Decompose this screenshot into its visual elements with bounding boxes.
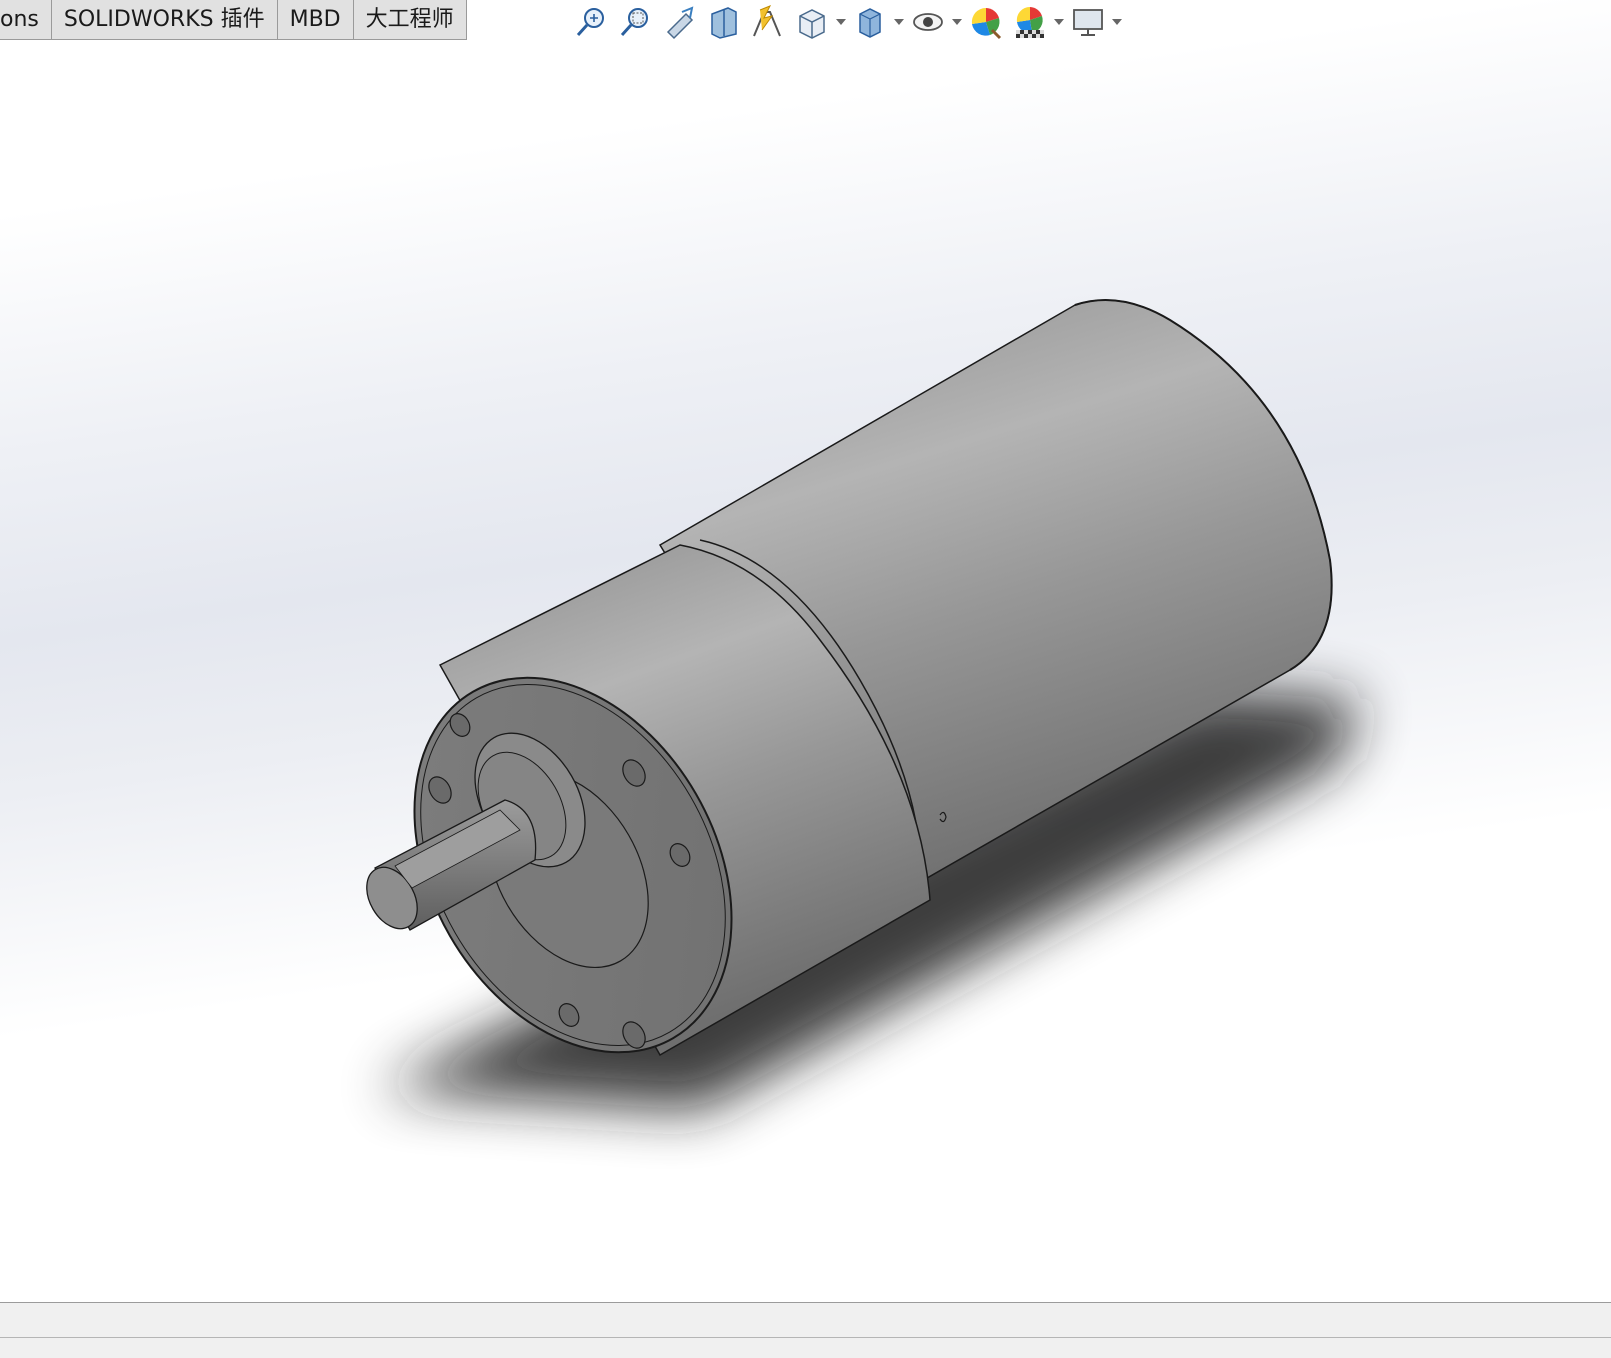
dynamic-annotation-view-icon [753, 5, 781, 37]
section-view-button[interactable] [702, 2, 746, 42]
chevron-down-icon [836, 19, 846, 25]
chevron-down-icon [1054, 19, 1064, 25]
status-bar [0, 1337, 1611, 1358]
chevron-down-icon [1112, 19, 1122, 25]
display-style-icon [859, 8, 881, 38]
view-orientation-button[interactable] [790, 2, 834, 42]
zoom-to-area-icon [620, 8, 648, 37]
hide-show-items-icon [913, 13, 943, 31]
heads-up-view-toolbar [570, 2, 1124, 42]
apply-scene-dropdown[interactable] [1052, 2, 1066, 42]
display-style-dropdown[interactable] [892, 2, 906, 42]
chevron-down-icon [952, 19, 962, 25]
zoom-to-fit-icon [576, 8, 604, 37]
dynamic-annotation-views-button[interactable] [746, 2, 790, 42]
zoom-to-fit-button[interactable] [570, 2, 614, 42]
zoom-to-area-button[interactable] [614, 2, 658, 42]
hide-show-items-dropdown[interactable] [950, 2, 964, 42]
model-view-tabs-bar [0, 1302, 1611, 1338]
chevron-down-icon [894, 19, 904, 25]
previous-view-icon [666, 6, 694, 40]
previous-view-button[interactable] [658, 2, 702, 42]
apply-scene-icon [1016, 6, 1044, 38]
display-style-button[interactable] [848, 2, 892, 42]
tab-da-gong-cheng-shi[interactable]: 大工程师 [353, 0, 467, 40]
section-view-icon [711, 7, 737, 39]
graphics-viewport[interactable] [0, 0, 1611, 1302]
gear-motor-model[interactable] [0, 0, 1611, 1302]
view-orientation-icon [799, 9, 825, 39]
tab-add-ins[interactable]: ons [0, 0, 52, 40]
hide-show-items-button[interactable] [906, 2, 950, 42]
command-manager-tabs: ons SOLIDWORKS 插件 MBD 大工程师 [0, 0, 467, 41]
edit-appearance-icon [971, 7, 1002, 40]
tab-mbd[interactable]: MBD [277, 0, 354, 40]
edit-appearance-button[interactable] [964, 2, 1008, 42]
view-orientation-dropdown[interactable] [834, 2, 848, 42]
tab-solidworks-add-ins[interactable]: SOLIDWORKS 插件 [51, 0, 278, 40]
view-settings-icon [1073, 9, 1103, 36]
apply-scene-button[interactable] [1008, 2, 1052, 42]
view-settings-button[interactable] [1066, 2, 1110, 42]
view-settings-dropdown[interactable] [1110, 2, 1124, 42]
